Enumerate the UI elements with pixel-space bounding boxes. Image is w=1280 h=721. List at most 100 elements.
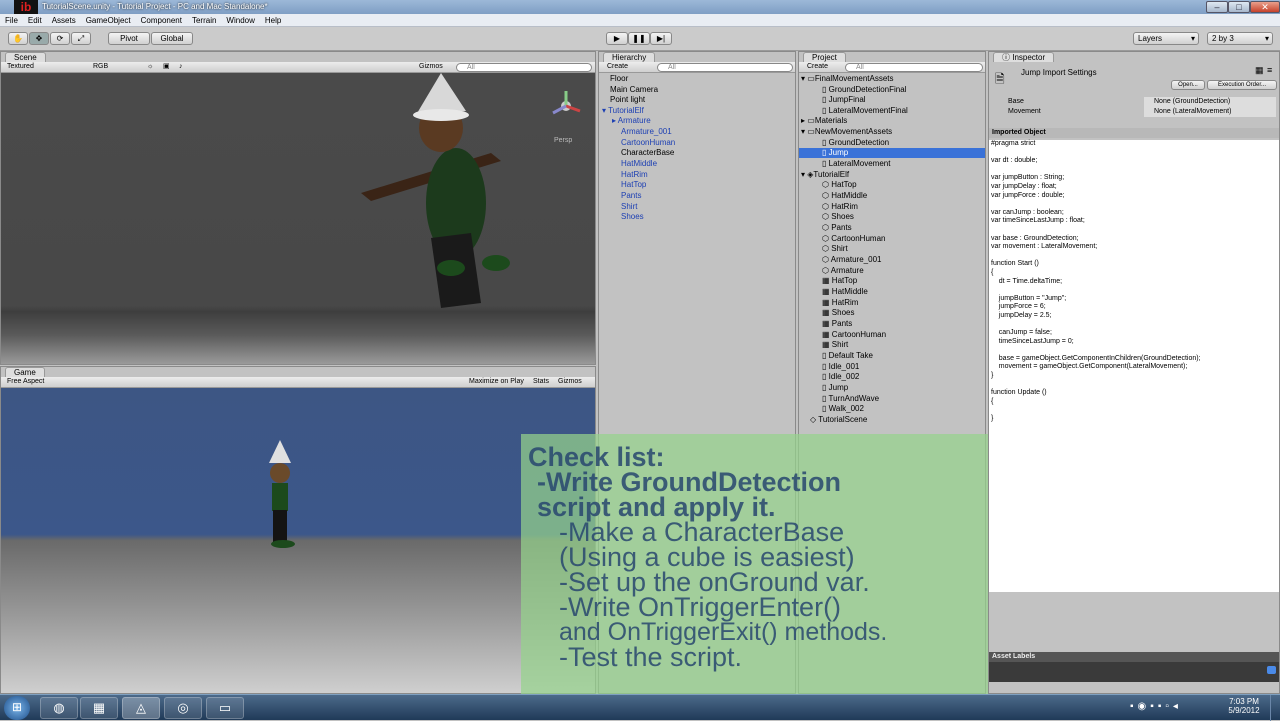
maximize-on-play-toggle[interactable]: Maximize on Play — [469, 377, 524, 387]
project-item[interactable]: ⬡ Armature_001 — [822, 255, 881, 265]
project-folder[interactable]: ▾ ▭NewMovementAssets — [801, 127, 892, 137]
hierarchy-item[interactable]: CartoonHuman — [621, 138, 675, 148]
project-item[interactable]: ▯ GroundDetection — [822, 138, 889, 148]
scene-search-input[interactable]: All — [456, 63, 592, 72]
project-item[interactable]: ⬡ CartoonHuman — [822, 234, 885, 244]
project-item[interactable]: ▯ JumpFinal — [822, 95, 866, 105]
execution-order-button[interactable]: Execution Order... — [1207, 80, 1277, 90]
project-item-selected[interactable]: ▯ Jump — [799, 148, 985, 158]
start-button[interactable]: ⊞ — [4, 696, 30, 720]
chevron-right-icon[interactable]: ▸ — [801, 116, 805, 125]
rotate-tool-button[interactable]: ⟳ — [50, 32, 70, 45]
orientation-gizmo[interactable] — [549, 89, 583, 123]
project-item[interactable]: ⬡ Shirt — [822, 244, 848, 254]
project-item[interactable]: ▯ Jump — [822, 383, 848, 393]
chevron-right-icon[interactable]: ▸ — [612, 116, 616, 125]
pivot-toggle[interactable]: Pivot — [108, 32, 150, 45]
layout-dropdown[interactable]: 2 by 3 ▾ — [1207, 32, 1273, 45]
project-item[interactable]: ▯ TurnAndWave — [822, 394, 879, 404]
project-item[interactable]: ▦ HatRim — [822, 298, 858, 308]
asset-labels-icon[interactable] — [1267, 666, 1276, 674]
tab-scene[interactable]: Scene — [5, 52, 46, 62]
hierarchy-item[interactable]: ▸ Armature — [612, 116, 651, 126]
gizmos-dropdown[interactable]: Gizmos — [419, 62, 443, 72]
global-toggle[interactable]: Global — [151, 32, 193, 45]
hand-tool-button[interactable]: ✋ — [8, 32, 28, 45]
project-item[interactable]: ▯ Walk_002 — [822, 404, 864, 414]
close-button[interactable]: ✕ — [1250, 1, 1280, 13]
menu-help[interactable]: Help — [260, 14, 286, 27]
project-item[interactable]: ⬡ Shoes — [822, 212, 854, 222]
menu-file[interactable]: File — [0, 14, 23, 27]
project-folder[interactable]: ▾ ▭FinalMovementAssets — [801, 74, 894, 84]
tab-project[interactable]: Project — [803, 52, 846, 62]
show-desktop-button[interactable] — [1270, 695, 1280, 721]
project-item[interactable]: ▯ Idle_002 — [822, 372, 859, 382]
hierarchy-item[interactable]: Point light — [610, 95, 645, 105]
project-search-input[interactable]: All — [845, 63, 983, 72]
tab-hierarchy[interactable]: Hierarchy — [603, 52, 656, 62]
maximize-button[interactable]: □ — [1228, 1, 1250, 13]
project-item[interactable]: ◇ TutorialScene — [810, 415, 867, 425]
taskbar-firefox[interactable]: ◍ — [40, 697, 78, 719]
clock[interactable]: 7:03 PM 5/9/2012 — [1224, 697, 1264, 715]
chevron-down-icon[interactable]: ▾ — [801, 74, 805, 83]
tab-game[interactable]: Game — [5, 367, 45, 377]
minimize-button[interactable]: – — [1206, 1, 1228, 13]
hierarchy-item[interactable]: ▾ TutorialElf — [602, 106, 644, 116]
menu-edit[interactable]: Edit — [23, 14, 47, 27]
project-item[interactable]: ⬡ HatTop — [822, 180, 857, 190]
project-item[interactable]: ▦ HatMiddle — [822, 287, 868, 297]
taskbar-explorer[interactable]: ▭ — [206, 697, 244, 719]
taskbar-calculator[interactable]: ▦ — [80, 697, 118, 719]
chevron-down-icon[interactable]: ▾ — [801, 127, 805, 136]
play-button[interactable]: ▶ — [606, 32, 628, 45]
project-item[interactable]: ⬡ Armature — [822, 266, 864, 276]
taskbar-unity[interactable]: ◬ — [122, 697, 160, 719]
project-item[interactable]: ▯ Idle_001 — [822, 362, 859, 372]
project-create-button[interactable]: Create — [807, 62, 828, 72]
project-item[interactable]: ▯ Default Take — [822, 351, 873, 361]
shading-dropdown[interactable]: Textured — [7, 62, 34, 72]
menu-window[interactable]: Window — [221, 14, 259, 27]
taskbar-recorder[interactable]: ◎ — [164, 697, 202, 719]
hierarchy-create-button[interactable]: Create — [607, 62, 628, 72]
hierarchy-item[interactable]: Pants — [621, 191, 641, 201]
hierarchy-item[interactable]: HatTop — [621, 180, 646, 190]
project-item[interactable]: ▦ CartoonHuman — [822, 330, 886, 340]
game-viewport[interactable] — [1, 388, 595, 693]
render-mode-dropdown[interactable]: RGB — [93, 62, 108, 72]
system-tray[interactable]: ▪◉▪▪▫◂ — [1130, 701, 1182, 712]
project-item[interactable]: ▯ LateralMovementFinal — [822, 106, 908, 116]
scene-viewport[interactable]: Persp — [1, 73, 595, 364]
layers-dropdown[interactable]: Layers ▾ — [1133, 32, 1199, 45]
lighting-icon[interactable]: ☼ — [147, 62, 153, 72]
hierarchy-item[interactable]: CharacterBase — [621, 148, 674, 158]
hierarchy-item[interactable]: Shoes — [621, 212, 644, 222]
chevron-down-icon[interactable]: ▾ — [602, 106, 606, 115]
project-item[interactable]: ⬡ Pants — [822, 223, 852, 233]
menu-terrain[interactable]: Terrain — [187, 14, 221, 27]
menu-component[interactable]: Component — [136, 14, 187, 27]
aspect-dropdown[interactable]: Free Aspect — [7, 377, 44, 387]
project-item[interactable]: ▦ HatTop — [822, 276, 857, 286]
step-button[interactable]: ▶| — [650, 32, 672, 45]
project-item[interactable]: ▯ GroundDetectionFinal — [822, 85, 906, 95]
hierarchy-item[interactable]: Shirt — [621, 202, 637, 212]
panel-menu-icon[interactable]: ≡ — [1267, 65, 1272, 75]
audio-icon[interactable]: ♪ — [179, 62, 183, 72]
lock-icon[interactable]: ▦ — [1255, 65, 1264, 76]
base-object-field[interactable]: None (GroundDetection) — [1144, 97, 1276, 107]
pause-button[interactable]: ❚❚ — [628, 32, 650, 45]
hierarchy-item[interactable]: Main Camera — [610, 85, 658, 95]
open-button[interactable]: Open... — [1171, 80, 1205, 90]
hierarchy-item[interactable]: Armature_001 — [621, 127, 672, 137]
project-item[interactable]: ▯ LateralMovement — [822, 159, 890, 169]
chevron-down-icon[interactable]: ▾ — [801, 170, 805, 179]
movement-object-field[interactable]: None (LateralMovement) — [1144, 107, 1276, 117]
hierarchy-item[interactable]: HatMiddle — [621, 159, 657, 169]
hierarchy-item[interactable]: Floor — [610, 74, 628, 84]
project-item[interactable]: ▦ Shirt — [822, 340, 848, 350]
image-icon[interactable]: ▣ — [163, 62, 170, 72]
hierarchy-item[interactable]: HatRim — [621, 170, 648, 180]
